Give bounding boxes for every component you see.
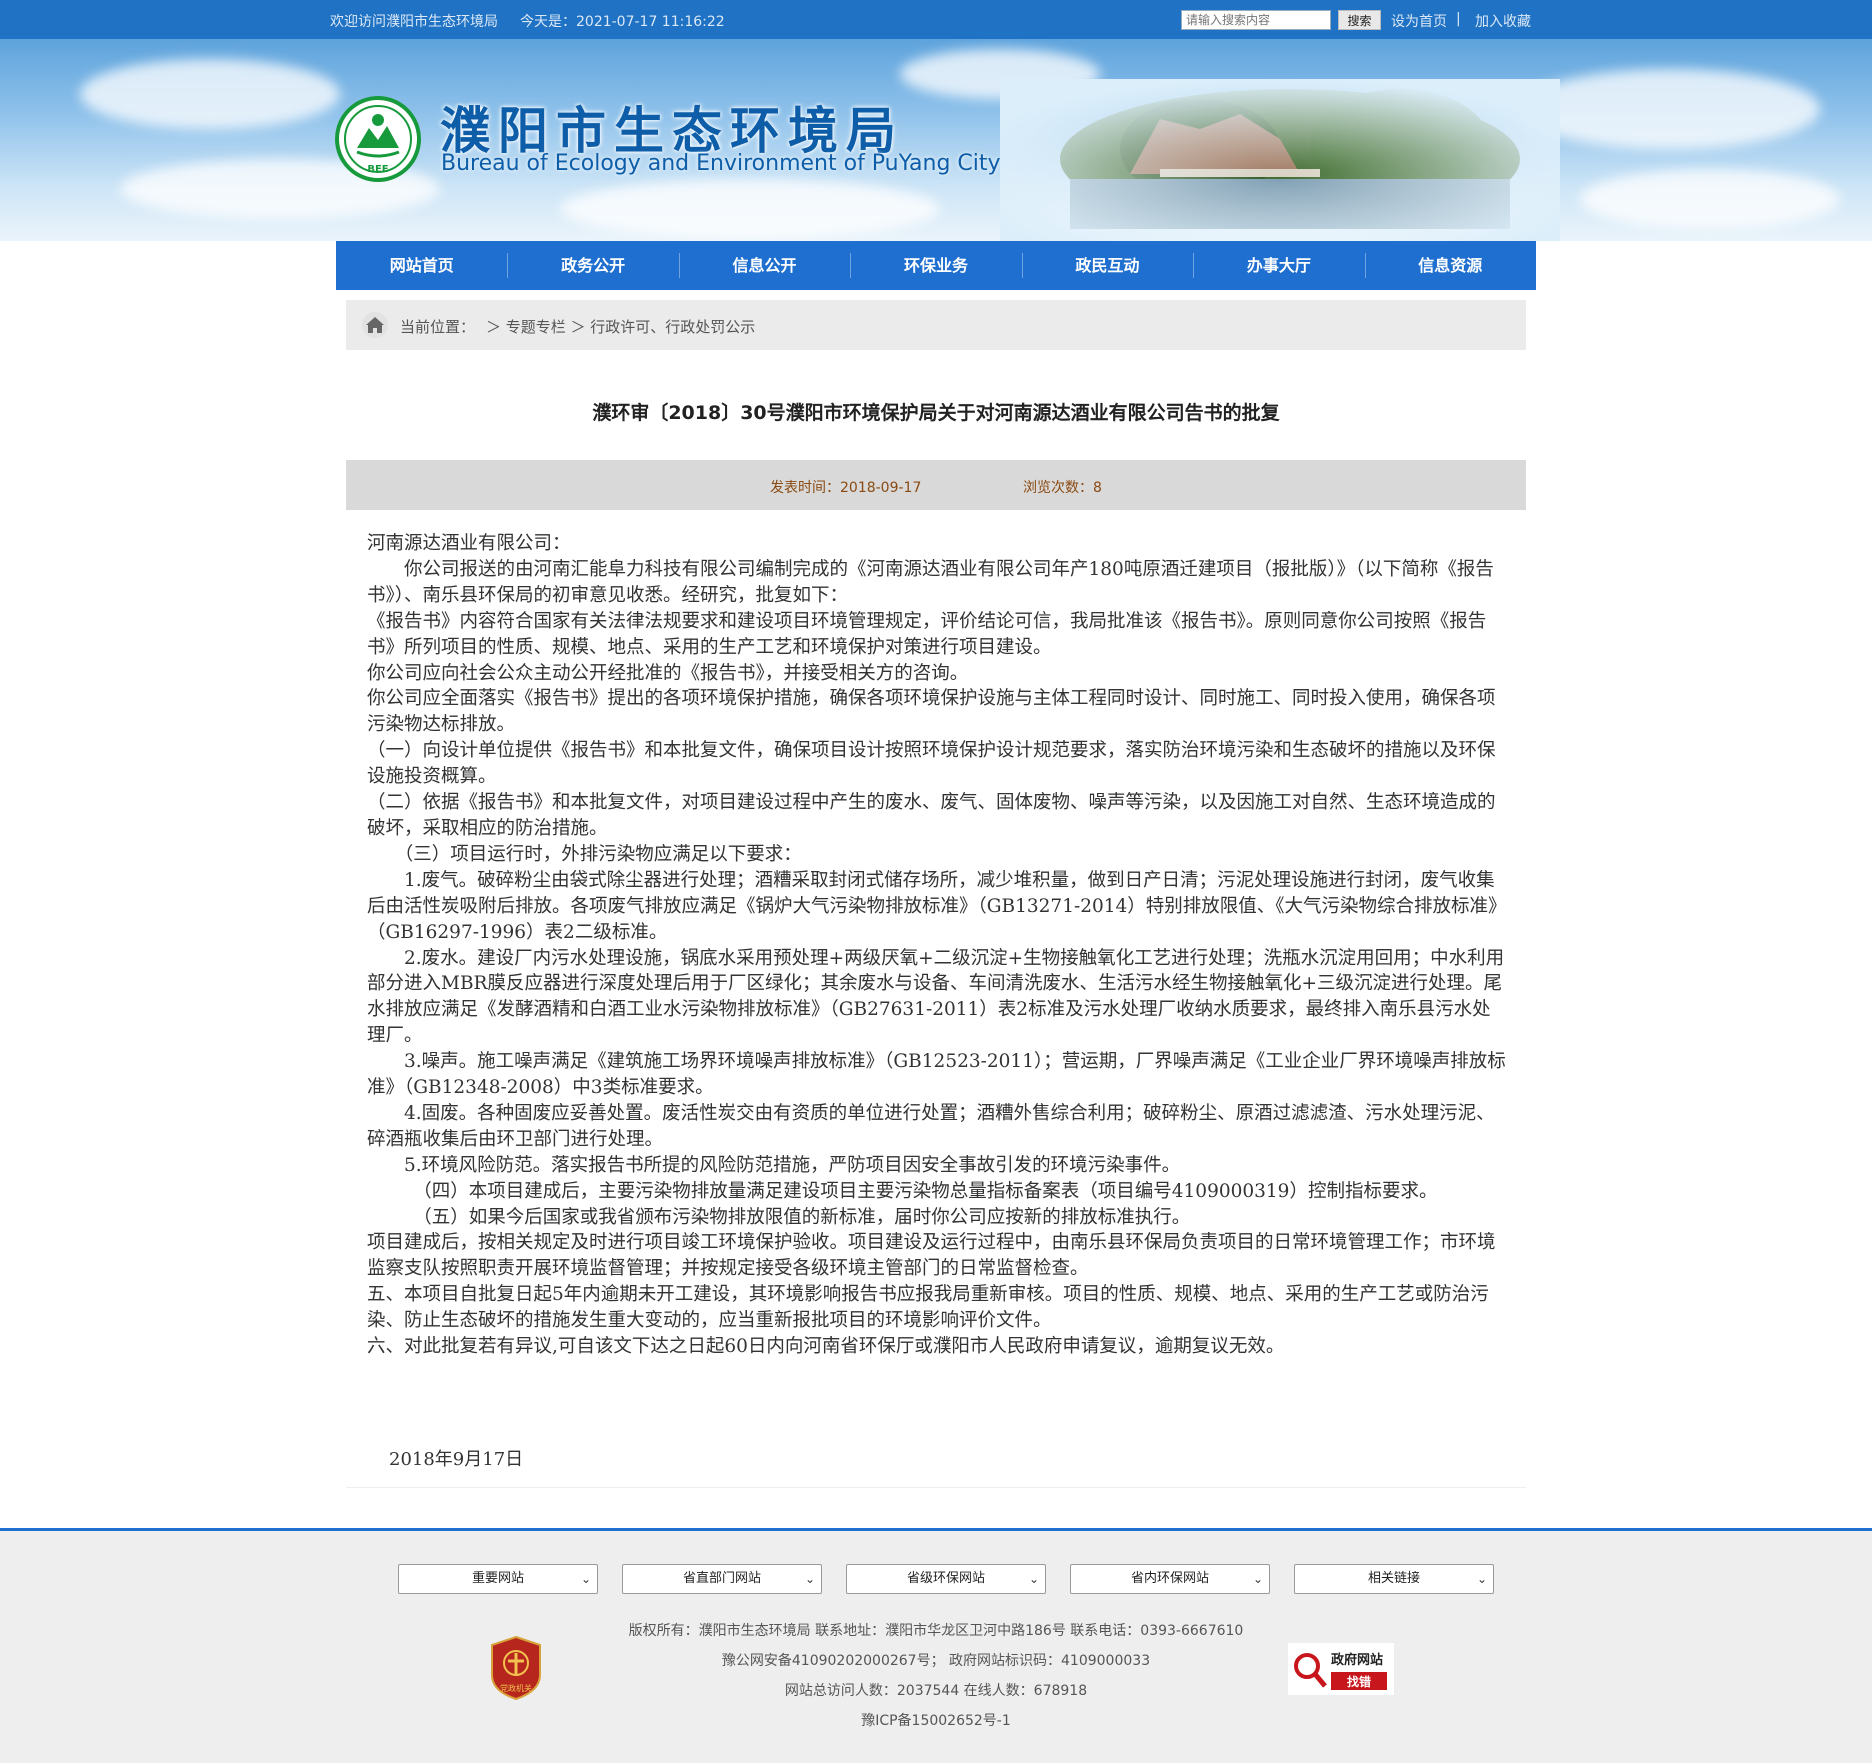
- nav-information-resources[interactable]: 信息资源: [1364, 241, 1536, 290]
- emblem-text: BEE: [367, 164, 388, 175]
- paragraph: （四）本项目建成后，主要污染物排放量满足建设项目主要污染物总量指标备案表（项目编…: [367, 1180, 1438, 1202]
- select-provincial-department-sites[interactable]: 省直部门网站 ⌄: [622, 1564, 822, 1594]
- home-icon[interactable]: [362, 312, 388, 338]
- link-separator: |: [1456, 11, 1461, 27]
- nav-information-disclosure[interactable]: 信息公开: [678, 241, 850, 290]
- view-count: 浏览次数：8: [1023, 480, 1102, 496]
- breadcrumb: 当前位置： ＞ 专题专栏 ＞ 行政许可、行政处罚公示: [346, 300, 1526, 350]
- paragraph: 五、本项目自批复日起5年内逾期未开工建设，其环境影响报告书应报我局重新审核。项目…: [367, 1284, 1489, 1332]
- main-navigation: 网站首页 政务公开 信息公开 环保业务 政民互动 办事大厅 信息资源: [336, 241, 1536, 290]
- publish-date: 发表时间：2018-09-17: [770, 480, 922, 496]
- paragraph: 1.废气。破碎粉尘由袋式除尘器进行处理；酒糟采取封闭式储存场所，减少堆积量，做到…: [367, 869, 1507, 943]
- security-registration-text: 豫公网安备41090202000267号； 政府网站标识码：4109000033: [721, 1653, 1151, 1669]
- bureau-emblem-icon: BEE: [335, 96, 421, 182]
- search-input[interactable]: [1181, 10, 1331, 30]
- welcome-text: 欢迎访问濮阳市生态环境局: [330, 14, 498, 30]
- top-bar: 欢迎访问濮阳市生态环境局 今天是：2021-07-17 11:16:22 搜索 …: [0, 0, 1872, 39]
- select-provincial-env-sites[interactable]: 省级环保网站 ⌄: [846, 1564, 1046, 1594]
- article-title: 濮环审〔2018〕30号濮阳市环境保护局关于对河南源达酒业有限公司告书的批复: [592, 402, 1280, 424]
- select-label: 相关链接: [1367, 1571, 1420, 1586]
- nav-service-hall[interactable]: 办事大厅: [1193, 241, 1364, 290]
- paragraph: 5.环境风险防范。落实报告书所提的风险防范措施，严防项目因安全事故引发的环境污染…: [367, 1154, 1181, 1176]
- chevron-down-icon: ⌄: [1028, 1572, 1039, 1586]
- select-label: 省直部门网站: [682, 1571, 761, 1586]
- paragraph: 2.废水。建设厂内污水处理设施，锅底水采用预处理+两级厌氧+二级沉淀+生物接触氧…: [367, 947, 1505, 1047]
- select-label: 省内环保网站: [1130, 1571, 1209, 1586]
- nav-public-interaction[interactable]: 政民互动: [1021, 241, 1193, 290]
- breadcrumb-path[interactable]: ＞ 专题专栏 ＞ 行政许可、行政处罚公示: [486, 316, 755, 337]
- search-button[interactable]: 搜索: [1338, 10, 1381, 30]
- badge-right-line1: 政府网站: [1331, 1652, 1383, 1668]
- lake-scenery-image: [1000, 79, 1560, 241]
- select-label: 重要网站: [471, 1571, 524, 1586]
- header-banner: BEE 濮阳市生态环境局 Bureau of Ecology and Envir…: [0, 39, 1872, 241]
- paragraph: （三）项目运行时，外排污染物应满足以下要求：: [367, 843, 802, 865]
- select-in-province-env-sites[interactable]: 省内环保网站 ⌄: [1070, 1564, 1270, 1594]
- chevron-down-icon: ⌄: [804, 1572, 815, 1586]
- icp-record-link[interactable]: 豫ICP备15002652号-1: [0, 1710, 1872, 1730]
- breadcrumb-label: 当前位置：: [400, 318, 476, 336]
- gov-site-error-report-icon[interactable]: 政府网站 找错: [1287, 1642, 1395, 1696]
- copyright-text: 版权所有：濮阳市生态环境局 联系地址：濮阳市华龙区卫河中路186号 联系电话：0…: [628, 1623, 1244, 1639]
- visit-stats-text: 网站总访问人数：2037544 在线人数：678918: [784, 1683, 1088, 1699]
- paragraph: 项目建成后，按相关规定及时进行项目竣工环境保护验收。项目建设及运行过程中，由南乐…: [367, 1232, 1496, 1280]
- set-homepage-link[interactable]: 设为首页: [1391, 11, 1447, 31]
- badge-right-line2: 找错: [1347, 1674, 1371, 1689]
- nav-government-affairs[interactable]: 政务公开: [507, 241, 678, 290]
- paragraph: （五）如果今后国家或我省颁布污染物排放限值的新标准，届时你公司应按新的排放标准执…: [367, 1206, 1191, 1228]
- signature-date: 2018年9月17日: [389, 1449, 524, 1470]
- select-related-links[interactable]: 相关链接 ⌄: [1294, 1564, 1494, 1594]
- nav-environmental-business[interactable]: 环保业务: [850, 241, 1021, 290]
- add-favorite-link[interactable]: 加入收藏: [1475, 11, 1531, 31]
- paragraph: （一）向设计单位提供《报告书》和本批复文件，确保项目设计按照环境保护设计规范要求…: [367, 740, 1496, 788]
- article-meta-bar: 发表时间：2018-09-17 浏览次数：8: [346, 460, 1526, 510]
- paragraph: 你公司应向社会公众主动公开经批准的《报告书》，并接受相关方的咨询。: [367, 662, 969, 684]
- article-body: 河南源达酒业有限公司： 你公司报送的由河南汇能阜力科技有限公司编制完成的《河南源…: [367, 531, 1507, 1360]
- select-important-sites[interactable]: 重要网站 ⌄: [398, 1564, 598, 1594]
- badge-left-text: 党政机关: [500, 1683, 532, 1693]
- paragraph: 你公司应全面落实《报告书》提出的各项环境保护措施，确保各项环境保护设施与主体工程…: [367, 688, 1496, 736]
- site-title-english: Bureau of Ecology and Environment of PuY…: [441, 151, 1001, 176]
- chevron-down-icon: ⌄: [1476, 1572, 1487, 1586]
- paragraph: 3.噪声。施工噪声满足《建筑施工场界环境噪声排放标准》（GB12523-2011…: [367, 1051, 1506, 1099]
- paragraph: 你公司报送的由河南汇能阜力科技有限公司编制完成的《河南源达酒业有限公司年产180…: [367, 558, 1494, 606]
- select-label: 省级环保网站: [906, 1571, 985, 1586]
- party-government-badge-icon[interactable]: 党政机关: [488, 1635, 544, 1701]
- chevron-down-icon: ⌄: [1252, 1572, 1263, 1586]
- chevron-down-icon: ⌄: [580, 1572, 591, 1586]
- content-divider: [346, 1487, 1526, 1488]
- footer: 重要网站 ⌄ 省直部门网站 ⌄ 省级环保网站 ⌄ 省内环保网站 ⌄ 相关链接 ⌄ 版权所有…: [0, 1531, 1872, 1763]
- paragraph: 六、对此批复若有异议,可自该文下达之日起60日内向河南省环保厅或濮阳市人民政府申…: [367, 1336, 1285, 1358]
- paragraph: （二）依据《报告书》和本批复文件，对项目建设过程中产生的废水、废气、固体废物、噪…: [367, 792, 1496, 839]
- paragraph: 4.固废。各种固废应妥善处置。废活性炭交由有资质的单位进行处置；酒糟外售综合利用…: [367, 1102, 1495, 1150]
- nav-home[interactable]: 网站首页: [336, 241, 507, 290]
- current-datetime: 今天是：2021-07-17 11:16:22: [520, 14, 725, 30]
- paragraph: 河南源达酒业有限公司：: [367, 533, 571, 554]
- paragraph: 《报告书》内容符合国家有关法律法规要求和建设项目环境管理规定，评价结论可信，我局…: [367, 610, 1487, 658]
